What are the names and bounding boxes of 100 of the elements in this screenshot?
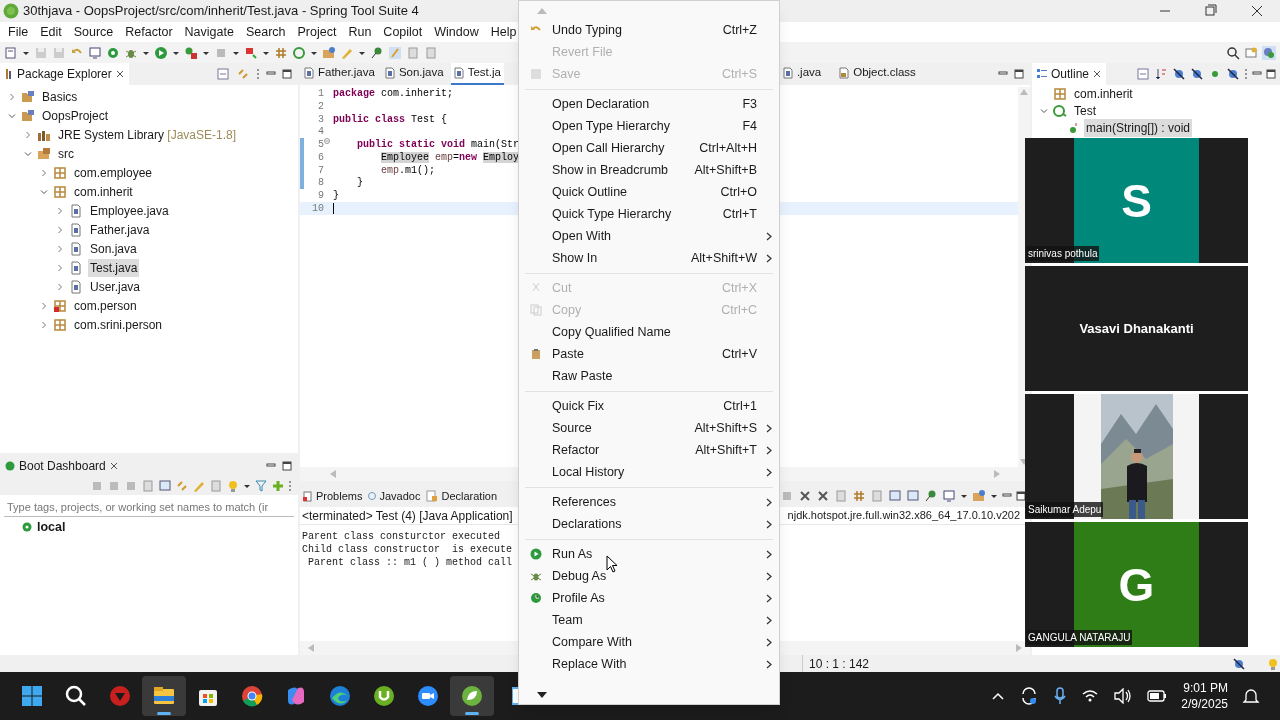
open-folder-icon[interactable] — [322, 45, 336, 60]
view-menu-icon[interactable] — [288, 480, 292, 492]
add-icon[interactable] — [271, 479, 285, 493]
console-icon[interactable] — [906, 489, 920, 503]
tree-item[interactable]: com.person — [72, 296, 139, 315]
expanded-chevron-icon[interactable] — [8, 111, 16, 120]
menu-item[interactable]: Refactor — [119, 22, 179, 42]
context-menu-item[interactable]: Refactor Alt+Shift+T — [519, 439, 779, 461]
context-menu-item[interactable]: Source Alt+Shift+S — [519, 417, 779, 439]
tree-item[interactable]: Employee.java — [88, 201, 171, 220]
context-menu-item[interactable]: Quick Fix Ctrl+1 — [519, 395, 779, 417]
context-menu-item[interactable]: Quick Type Hierarchy Ctrl+T — [519, 203, 779, 225]
tree-item[interactable]: com.inherit — [72, 182, 135, 201]
menu-item[interactable]: File — [2, 22, 35, 42]
tree-item[interactable]: Basics — [40, 87, 80, 106]
hide-fields-icon[interactable] — [1226, 67, 1240, 81]
sort-icon[interactable] — [1154, 67, 1168, 81]
view-tab[interactable]: Javadoc — [365, 485, 424, 507]
monitor-icon[interactable] — [88, 45, 102, 60]
editor-tab[interactable]: .java — [779, 63, 825, 85]
scroll-up-arrow-icon[interactable] — [537, 8, 547, 14]
context-menu-item[interactable]: Quick Outline Ctrl+O — [519, 181, 779, 203]
context-menu-item[interactable]: Debug As — [519, 565, 779, 587]
collapsed-chevron-icon[interactable] — [40, 168, 48, 177]
pin-icon[interactable] — [924, 489, 938, 503]
microphone-icon[interactable] — [1053, 686, 1068, 706]
view-menu-icon[interactable] — [1244, 68, 1248, 80]
fold-toggle-icon[interactable] — [324, 138, 330, 145]
collapsed-chevron-icon[interactable] — [56, 282, 64, 291]
context-menu-item[interactable]: Paste Ctrl+V — [519, 343, 779, 365]
close-icon[interactable] — [109, 462, 118, 470]
editor-tab[interactable]: Son.java — [381, 63, 447, 85]
menu-item[interactable]: Search — [239, 22, 292, 42]
search-icon[interactable] — [1226, 45, 1240, 60]
maximize-view-icon[interactable] — [282, 69, 292, 79]
tree-item[interactable]: OopsProject — [40, 106, 111, 125]
tree-item[interactable]: com.employee — [72, 163, 155, 182]
volume-icon[interactable] — [1113, 688, 1134, 704]
context-menu-item[interactable]: Show in Breadcrumb Alt+Shift+B — [519, 159, 779, 181]
spring-perspective-icon[interactable] — [1262, 45, 1276, 60]
tree-item[interactable]: Test.java — [88, 258, 140, 277]
tree-item[interactable]: main(String[]) : void — [1084, 118, 1193, 137]
console-icon[interactable] — [158, 479, 172, 493]
battery-icon[interactable] — [1147, 690, 1168, 702]
expanded-chevron-icon[interactable] — [40, 187, 48, 196]
view-menu-icon[interactable] — [256, 68, 260, 80]
collapsed-chevron-icon[interactable] — [56, 263, 64, 272]
collapse-all-icon[interactable] — [216, 67, 230, 81]
context-menu-item[interactable]: Open Declaration F3 — [519, 93, 779, 115]
context-menu-item[interactable]: Declarations — [519, 513, 779, 535]
flag-icon[interactable] — [244, 45, 258, 60]
context-menu-item[interactable]: Open Type Hierarchy F4 — [519, 115, 779, 137]
hide-fields-icon[interactable] — [1172, 67, 1186, 81]
view-tab[interactable]: Package Explorer — [0, 63, 129, 85]
menu-item[interactable]: Project — [291, 22, 343, 42]
taskbar-button[interactable] — [450, 676, 494, 716]
context-menu-item[interactable]: Open Call Hierarchy Ctrl+Alt+H — [519, 137, 779, 159]
menu-item[interactable]: Navigate — [178, 22, 240, 42]
context-menu-item[interactable]: Team — [519, 609, 779, 631]
remove-icon[interactable] — [816, 489, 830, 503]
chevron-up-icon[interactable] — [991, 691, 1006, 701]
link-icon[interactable] — [175, 479, 189, 493]
view-tab[interactable]: Problems — [300, 485, 366, 507]
pin-icon[interactable] — [370, 45, 384, 60]
collapsed-chevron-icon[interactable] — [40, 301, 48, 310]
hide-fields-icon[interactable] — [1190, 67, 1204, 81]
context-menu-item[interactable]: Replace With — [519, 653, 779, 675]
expanded-chevron-icon[interactable] — [24, 149, 32, 158]
menu-item[interactable]: Copilot — [377, 22, 429, 42]
collapsed-chevron-icon[interactable] — [56, 206, 64, 215]
menu-item[interactable]: Edit — [34, 22, 68, 42]
collapsed-chevron-icon[interactable] — [56, 244, 64, 253]
tree-item[interactable]: JRE System Library [JavaSE-1.8] — [56, 125, 239, 144]
view-tab[interactable]: Outline — [1032, 63, 1107, 85]
editor-tab[interactable]: Object.class — [836, 63, 919, 85]
remove-icon[interactable] — [798, 489, 812, 503]
maximize-view-icon[interactable] — [1016, 491, 1026, 501]
view-tab[interactable]: Declaration — [423, 485, 501, 507]
tree-item[interactable]: User.java — [88, 277, 143, 296]
tree-item[interactable]: Son.java — [88, 239, 139, 258]
highlight-icon[interactable] — [388, 45, 402, 60]
maximize-view-icon[interactable] — [282, 461, 292, 471]
external-tools-icon[interactable] — [184, 45, 198, 60]
menu-item[interactable]: Source — [67, 22, 120, 42]
context-menu-item[interactable]: Show In Alt+Shift+W — [519, 247, 779, 269]
tree-item[interactable]: Test — [1072, 101, 1098, 120]
editor-tab[interactable]: Father.java — [301, 63, 378, 85]
tree-item[interactable]: com.srini.person — [72, 315, 165, 334]
expanded-chevron-icon[interactable] — [1040, 106, 1048, 115]
menu-item[interactable]: Window — [428, 22, 485, 42]
grid-icon[interactable] — [852, 489, 866, 503]
close-icon[interactable] — [115, 70, 124, 78]
context-menu-item[interactable]: References — [519, 491, 779, 513]
link-icon[interactable] — [236, 67, 250, 81]
notification-bell-icon[interactable] — [1242, 687, 1260, 705]
hide-fields-icon[interactable] — [1232, 656, 1246, 671]
wifi-icon[interactable] — [1081, 688, 1100, 704]
context-menu-item[interactable]: Compare With — [519, 631, 779, 653]
clock[interactable]: 9:01 PM 2/9/2025 — [1181, 680, 1228, 712]
collapsed-chevron-icon[interactable] — [56, 225, 64, 234]
